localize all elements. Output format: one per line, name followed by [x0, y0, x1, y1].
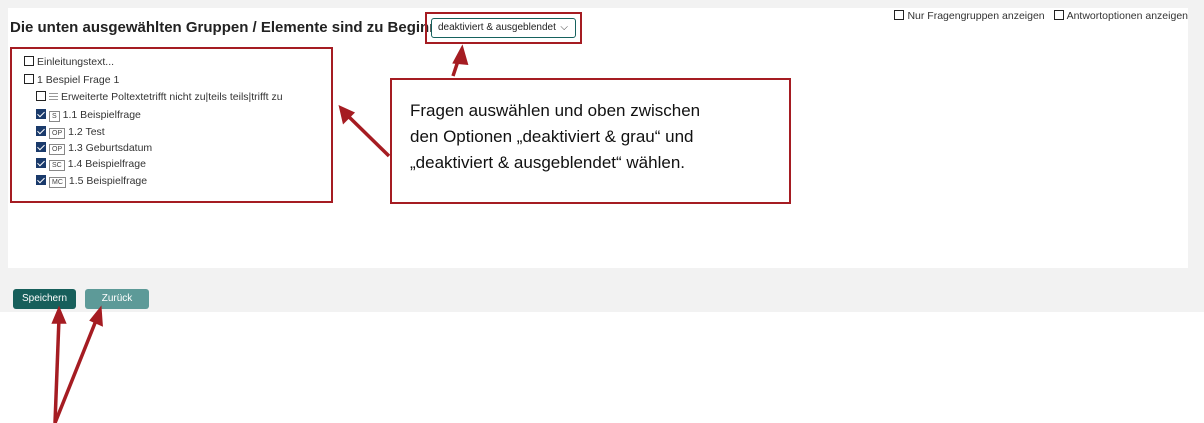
instruction-callout: Fragen auswählen und oben zwischen den O… [390, 78, 791, 204]
page-title: Die unten ausgewählten Gruppen / Element… [10, 19, 439, 36]
filter-options: Nur Fragengruppen anzeigen Antwortoption… [888, 10, 1188, 22]
arrowhead [89, 305, 103, 327]
only-groups-option[interactable]: Nur Fragengruppen anzeigen [894, 10, 1045, 22]
select-highlight-box [425, 12, 582, 44]
tree-highlight-box [10, 47, 333, 203]
arrow-to-save [53, 317, 61, 423]
answer-options-option[interactable]: Antwortoptionen anzeigen [1053, 10, 1188, 22]
checkbox-icon[interactable] [894, 10, 905, 20]
callout-line: den Optionen „deaktiviert & grau“ und [410, 127, 694, 146]
back-button[interactable]: Zurück [85, 289, 149, 309]
save-button[interactable]: Speichern [13, 289, 76, 309]
callout-line: „deaktiviert & ausgeblendet“ wählen. [410, 153, 685, 172]
answer-options-label: Antwortoptionen anzeigen [1066, 10, 1188, 22]
only-groups-label: Nur Fragengruppen anzeigen [907, 10, 1045, 22]
checkbox-icon[interactable] [1053, 10, 1064, 20]
callout-line: Fragen auswählen und oben zwischen [410, 101, 701, 120]
arrow-to-back [53, 317, 99, 423]
